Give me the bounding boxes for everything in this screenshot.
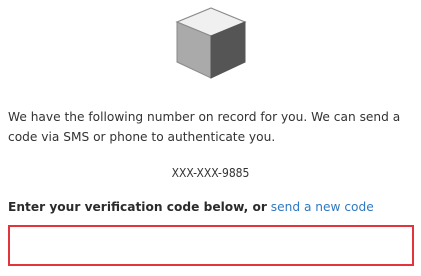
verification-prompt-line: Enter your verification code below, or s… (8, 199, 418, 215)
info-message: We have the following number on record f… (8, 110, 401, 144)
cube-icon (175, 7, 247, 79)
masked-phone-number: XXX-XXX-9885 (171, 166, 250, 180)
verification-code-input[interactable] (8, 225, 414, 266)
verification-prompt: Enter your verification code below, or (8, 200, 267, 214)
send-new-code-link[interactable]: send a new code (271, 200, 374, 214)
